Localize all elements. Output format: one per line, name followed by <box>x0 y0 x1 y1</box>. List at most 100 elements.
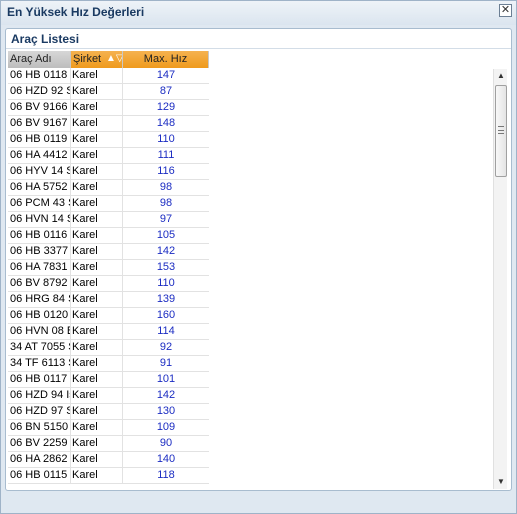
table-row[interactable]: 34 AT 7055 S Karel 92 <box>8 340 209 356</box>
scroll-down-icon[interactable]: ▼ <box>495 476 507 488</box>
table-row[interactable]: 06 HA 5752 I Karel 98 <box>8 180 209 196</box>
table-body: 06 HB 0118 S Karel 147 06 HZD 92 S Karel 87 06… <box>8 68 209 484</box>
cell-max-speed: 148 <box>156 117 176 129</box>
cell-vehicle-name: 06 BN 5150 I <box>8 420 71 436</box>
cell-company: Karel <box>71 84 123 100</box>
panel-header: Araç Listesi <box>6 29 511 49</box>
table-row[interactable]: 06 BN 5150 I Karel 109 <box>8 420 209 436</box>
cell-vehicle-name: 34 TF 6113 S <box>8 356 71 372</box>
table-row[interactable]: 06 HZD 94 Is Karel 142 <box>8 388 209 404</box>
sort-arrow-icon[interactable]: ▲▽ <box>106 53 122 65</box>
table-row[interactable]: 06 HB 3377 SKarel 142 <box>8 244 209 260</box>
title-bar[interactable]: En Yüksek Hız Değerleri ✕ <box>1 1 516 25</box>
cell-max-speed: 110 <box>157 277 175 289</box>
table-row[interactable]: 06 HVN 14 S Karel 97 <box>8 212 209 228</box>
cell-company: Karel <box>71 276 123 292</box>
table-row[interactable]: 34 TF 6113 S Karel 91 <box>8 356 209 372</box>
cell-company: Karel <box>71 372 123 388</box>
cell-vehicle-name: 06 BV 2259 I <box>8 436 71 452</box>
cell-company: Karel <box>71 180 123 196</box>
table-row[interactable]: 06 BV 9167 I Karel 148 <box>8 116 209 132</box>
cell-company: Karel <box>71 340 123 356</box>
table-row[interactable]: 06 PCM 43 S Karel 98 <box>8 196 209 212</box>
cell-max-speed: 111 <box>157 149 175 161</box>
cell-max-speed: 160 <box>156 309 176 321</box>
cell-company: Karel <box>71 452 123 468</box>
cell-vehicle-name: 34 AT 7055 S <box>8 340 71 356</box>
cell-max-speed: 97 <box>159 213 173 225</box>
close-icon[interactable]: ✕ <box>499 4 512 17</box>
cell-company: Karel <box>71 68 123 84</box>
cell-vehicle-name: 06 HZD 92 S <box>8 84 71 100</box>
cell-vehicle-name: 06 HYV 14 Si <box>8 164 71 180</box>
cell-max-speed: 116 <box>157 165 175 177</box>
scroll-up-icon[interactable]: ▲ <box>495 70 507 82</box>
cell-company: Karel <box>71 212 123 228</box>
cell-vehicle-name: 06 HA 2862 I <box>8 452 71 468</box>
cell-max-speed: 91 <box>159 357 173 369</box>
cell-max-speed: 140 <box>156 453 176 465</box>
table-row[interactable]: 06 HYV 14 Si Karel 116 <box>8 164 209 180</box>
table-row[interactable]: 06 HB 0120 SKarel 160 <box>8 308 209 324</box>
cell-company: Karel <box>71 244 123 260</box>
column-header-max-speed[interactable]: Max. Hız <box>123 51 209 68</box>
table-row[interactable]: 06 HA 4412 I Karel 111 <box>8 148 209 164</box>
cell-vehicle-name: 06 HB 0117 S <box>8 372 71 388</box>
cell-vehicle-name: 06 PCM 43 S <box>8 196 71 212</box>
table-row[interactable]: 06 HRG 84 S Karel 139 <box>8 292 209 308</box>
vertical-scrollbar[interactable]: ▲ ▼ <box>493 69 507 489</box>
scrollbar-thumb[interactable] <box>495 85 507 177</box>
cell-vehicle-name: 06 HB 0115 S <box>8 468 71 484</box>
table-row[interactable]: 06 HB 0115 S Karel 118 <box>8 468 209 484</box>
cell-vehicle-name: 06 HB 3377 S <box>8 244 71 260</box>
cell-vehicle-name: 06 BV 8792 S <box>8 276 71 292</box>
cell-max-speed: 139 <box>156 293 176 305</box>
grip-icon <box>498 126 504 134</box>
cell-max-speed: 142 <box>156 389 176 401</box>
vehicle-table: Araç Adı Şirket ▲▽ Max. Hız 06 HB 0118 S… <box>8 51 209 491</box>
cell-max-speed: 98 <box>159 197 173 209</box>
cell-max-speed: 90 <box>159 437 173 449</box>
vehicle-list-panel: Araç Listesi Araç Adı Şirket ▲▽ Max. Hız… <box>5 28 512 491</box>
cell-max-speed: 110 <box>157 133 175 145</box>
cell-vehicle-name: 06 HB 0116 S <box>8 228 71 244</box>
cell-vehicle-name: 06 HB 0119 S <box>8 132 71 148</box>
table-row[interactable]: 06 HA 2862 I Karel 140 <box>8 452 209 468</box>
table-row[interactable]: 06 HB 0116 S Karel 105 <box>8 228 209 244</box>
cell-vehicle-name: 06 HVN 14 S <box>8 212 71 228</box>
table-row[interactable]: 06 BV 2259 I Karel 90 <box>8 436 209 452</box>
cell-vehicle-name: 06 HVN 08 B <box>8 324 71 340</box>
cell-company: Karel <box>71 148 123 164</box>
column-header-vehicle-name[interactable]: Araç Adı <box>8 51 71 68</box>
cell-max-speed: 130 <box>156 405 176 417</box>
table-row[interactable]: 06 HB 0118 S Karel 147 <box>8 68 209 84</box>
cell-vehicle-name: 06 BV 9166 A <box>8 100 71 116</box>
cell-vehicle-name: 06 HZD 94 Is <box>8 388 71 404</box>
cell-max-speed: 153 <box>156 261 176 273</box>
cell-company: Karel <box>71 292 123 308</box>
table-row[interactable]: 06 HB 0117 S Karel 101 <box>8 372 209 388</box>
table-row[interactable]: 06 HB 0119 S Karel 110 <box>8 132 209 148</box>
dialog-window: En Yüksek Hız Değerleri ✕ Araç Listesi A… <box>0 0 517 514</box>
table-row[interactable]: 06 BV 8792 SKarel 110 <box>8 276 209 292</box>
cell-company: Karel <box>71 420 123 436</box>
column-header-company-label: Şirket <box>73 53 102 65</box>
table-header-row: Araç Adı Şirket ▲▽ Max. Hız <box>8 51 209 68</box>
cell-max-speed: 142 <box>156 245 176 257</box>
cell-max-speed: 114 <box>157 325 175 337</box>
table-row[interactable]: 06 HZD 92 S Karel 87 <box>8 84 209 100</box>
cell-max-speed: 87 <box>159 85 173 97</box>
cell-vehicle-name: 06 HB 0120 S <box>8 308 71 324</box>
table-row[interactable]: 06 HVN 08 B Karel 114 <box>8 324 209 340</box>
cell-company: Karel <box>71 164 123 180</box>
table-row[interactable]: 06 HZD 97 S Karel 130 <box>8 404 209 420</box>
panel-title: Araç Listesi <box>11 32 80 46</box>
cell-max-speed: 101 <box>156 373 176 385</box>
cell-max-speed: 147 <box>156 69 176 81</box>
cell-max-speed: 105 <box>156 229 176 241</box>
table-row[interactable]: 06 BV 9166 A Karel 129 <box>8 100 209 116</box>
cell-company: Karel <box>71 356 123 372</box>
table-row[interactable]: 06 HA 7831 I Karel 153 <box>8 260 209 276</box>
window-title: En Yüksek Hız Değerleri <box>7 5 145 19</box>
column-header-company[interactable]: Şirket ▲▽ <box>71 51 123 68</box>
